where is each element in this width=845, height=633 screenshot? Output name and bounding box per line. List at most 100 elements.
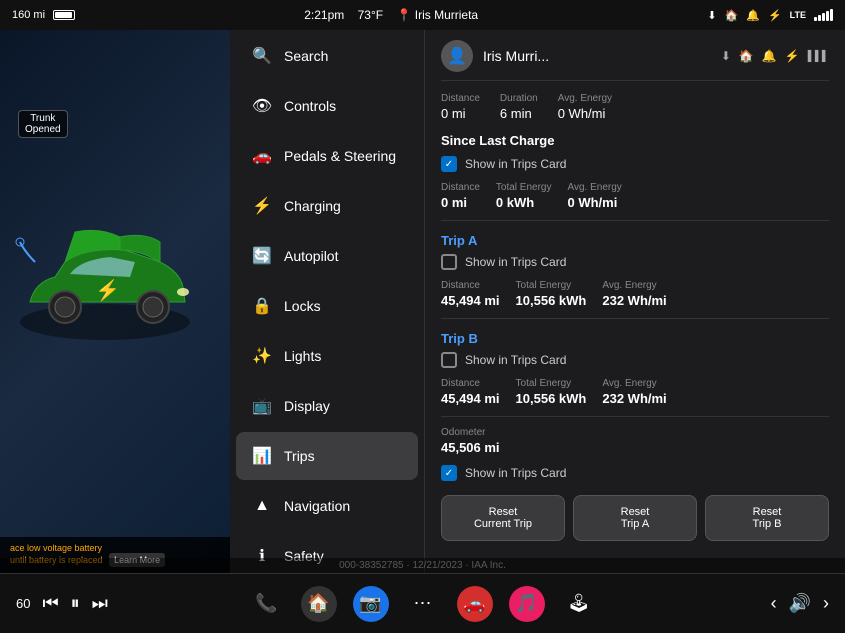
- watermark: 000-38352785 · 12/21/2023 · IAA Inc.: [0, 558, 845, 573]
- sidebar-item-trips[interactable]: 📊 Trips: [236, 432, 418, 480]
- trip-b-trips-card[interactable]: Show in Trips Card: [441, 352, 829, 368]
- since-last-charge-data: Distance 0 mi Total Energy 0 kWh Avg. En…: [441, 182, 829, 210]
- sidebar-menu: 🔍 Search 👁 Controls 🚗 Pedals & Steering …: [230, 30, 425, 573]
- status-icons: ⬇ 🏠 🔔 ⚡ ▌▌▌: [721, 49, 829, 63]
- lte-icon: LTE: [790, 10, 806, 20]
- trips-icon: 📊: [252, 446, 272, 466]
- sidebar-label-display: Display: [284, 398, 330, 414]
- trip-a-data: Distance 45,494 mi Total Energy 10,556 k…: [441, 280, 829, 308]
- signal-bars: [814, 9, 833, 21]
- right-arrow-icon[interactable]: ›: [823, 593, 829, 614]
- divider-3: [441, 416, 829, 417]
- current-duration-stat: Duration 6 min: [500, 93, 538, 121]
- sidebar-label-autopilot: Autopilot: [284, 248, 338, 264]
- sidebar-label-charging: Charging: [284, 198, 341, 214]
- sidebar-item-display[interactable]: 📺 Display: [236, 382, 418, 430]
- steering-icon: 🚗: [252, 146, 272, 166]
- trip-b-checkbox[interactable]: [441, 352, 457, 368]
- bluetooth-status-icon: ⚡: [785, 49, 800, 63]
- play-pause-button[interactable]: ⏸: [71, 593, 80, 614]
- sidebar-item-search[interactable]: 🔍 Search: [236, 32, 418, 80]
- slc-distance-cell: Distance 0 mi: [441, 182, 480, 210]
- trip-a-distance-cell: Distance 45,494 mi: [441, 280, 500, 308]
- trip-b-section: Trip B Show in Trips Card Distance 45,49…: [441, 331, 829, 406]
- taskbar: 60 ⏮ ⏸ ⏭ 📞 🏠 📷 ⋯ 🚗 🎵 🕹 ‹ 🔊 ›: [0, 573, 845, 633]
- sidebar-label-search: Search: [284, 48, 328, 64]
- slc-energy-cell: Total Energy 0 kWh: [496, 182, 552, 210]
- profile-name: Iris Murri...: [483, 48, 549, 64]
- sidebar-label-lights: Lights: [284, 348, 321, 364]
- slc-avg-energy-cell: Avg. Energy 0 Wh/mi: [568, 182, 622, 210]
- sidebar-item-locks[interactable]: 🔒 Locks: [236, 282, 418, 330]
- left-arrow-icon[interactable]: ‹: [771, 593, 777, 614]
- controls-icon: 👁: [252, 96, 272, 116]
- download-status-icon: ⬇: [721, 49, 731, 63]
- trip-a-checkbox[interactable]: [441, 254, 457, 270]
- since-last-charge-checkbox[interactable]: ✓: [441, 156, 457, 172]
- music-taskbar-icon[interactable]: 🎵: [509, 586, 545, 622]
- reset-trip-b-button[interactable]: ResetTrip B: [705, 495, 829, 541]
- more-options-icon[interactable]: ⋯: [405, 586, 441, 622]
- autopilot-icon: 🔄: [252, 246, 272, 266]
- notification-icon: 🔔: [762, 49, 777, 63]
- odometer-trips-card[interactable]: ✓ Show in Trips Card: [441, 465, 829, 481]
- car-taskbar-icon[interactable]: 🚗: [457, 586, 493, 622]
- status-right: ⬇ 🏠 🔔 ⚡ LTE: [707, 9, 833, 22]
- bell-icon: 🔔: [746, 9, 760, 22]
- phone-icon[interactable]: 📞: [249, 586, 285, 622]
- svg-text:⚡: ⚡: [95, 278, 120, 302]
- avatar: 👤: [441, 40, 473, 72]
- sidebar-item-navigation[interactable]: ▲ Navigation: [236, 482, 418, 530]
- current-energy-stat: Avg. Energy 0 Wh/mi: [558, 93, 612, 121]
- home-icon: 🏠: [739, 49, 754, 63]
- sidebar-label-controls: Controls: [284, 98, 336, 114]
- prev-track-button[interactable]: ⏮: [42, 593, 58, 614]
- trip-a-energy-cell: Total Energy 10,556 kWh: [516, 280, 587, 308]
- trip-b-avg-energy-cell: Avg. Energy 232 Wh/mi: [602, 378, 666, 406]
- odometer-checkbox[interactable]: ✓: [441, 465, 457, 481]
- trip-b-distance-cell: Distance 45,494 mi: [441, 378, 500, 406]
- profile-header: 👤 Iris Murri... ⬇ 🏠 🔔 ⚡ ▌▌▌: [441, 40, 829, 81]
- battery-fill: [55, 12, 72, 18]
- taskbar-right: ‹ 🔊 ›: [613, 593, 830, 614]
- sidebar-label-trips: Trips: [284, 448, 315, 464]
- trip-b-title: Trip B: [441, 331, 829, 346]
- volume-level: 60: [16, 596, 30, 611]
- status-left: 160 mi: [12, 9, 75, 21]
- reset-current-trip-button[interactable]: ResetCurrent Trip: [441, 495, 565, 541]
- sidebar-item-lights[interactable]: ✨ Lights: [236, 332, 418, 380]
- divider-1: [441, 220, 829, 221]
- bluetooth-icon: ⚡: [768, 9, 782, 22]
- trip-a-trips-card[interactable]: Show in Trips Card: [441, 254, 829, 270]
- next-track-button[interactable]: ⏭: [92, 593, 108, 614]
- media-controls: ⏮ ⏸ ⏭: [42, 593, 107, 614]
- camera-taskbar-icon[interactable]: 📷: [353, 586, 389, 622]
- divider-2: [441, 318, 829, 319]
- sidebar-item-controls[interactable]: 👁 Controls: [236, 82, 418, 130]
- reset-trip-a-button[interactable]: ResetTrip A: [573, 495, 697, 541]
- lights-icon: ✨: [252, 346, 272, 366]
- game-taskbar-icon[interactable]: 🕹: [561, 586, 597, 622]
- trip-a-title: Trip A: [441, 233, 829, 248]
- status-bar: 160 mi 2:21pm 73°F 📍 Iris Murrieta ⬇ 🏠 🔔…: [0, 0, 845, 30]
- trip-a-section: Trip A Show in Trips Card Distance 45,49…: [441, 233, 829, 308]
- sidebar-item-charging[interactable]: ⚡ Charging: [236, 182, 418, 230]
- volume-icon[interactable]: 🔊: [789, 593, 811, 614]
- trip-b-data: Distance 45,494 mi Total Energy 10,556 k…: [441, 378, 829, 406]
- taskbar-left: 60 ⏮ ⏸ ⏭: [16, 593, 233, 614]
- charging-icon: ⚡: [252, 196, 272, 216]
- signal-strength-icon: ▌▌▌: [808, 51, 829, 62]
- battery-indicator: [53, 10, 75, 20]
- sidebar-item-autopilot[interactable]: 🔄 Autopilot: [236, 232, 418, 280]
- home-taskbar-icon[interactable]: 🏠: [301, 586, 337, 622]
- sidebar-label-pedals: Pedals & Steering: [284, 148, 396, 164]
- taskbar-center: 📞 🏠 📷 ⋯ 🚗 🎵 🕹: [249, 586, 597, 622]
- trunk-status: Trunk Opened: [18, 110, 68, 138]
- current-trip-stats: Distance 0 mi Duration 6 min Avg. Energy…: [441, 93, 829, 121]
- since-last-charge-trips-card[interactable]: ✓ Show in Trips Card: [441, 156, 829, 172]
- display-icon: 📺: [252, 396, 272, 416]
- location-icon: 📍: [396, 8, 411, 22]
- odometer-section: Odometer 45,506 mi: [441, 427, 829, 455]
- sidebar-item-pedals-steering[interactable]: 🚗 Pedals & Steering: [236, 132, 418, 180]
- odometer-cell: Odometer 45,506 mi: [441, 427, 500, 455]
